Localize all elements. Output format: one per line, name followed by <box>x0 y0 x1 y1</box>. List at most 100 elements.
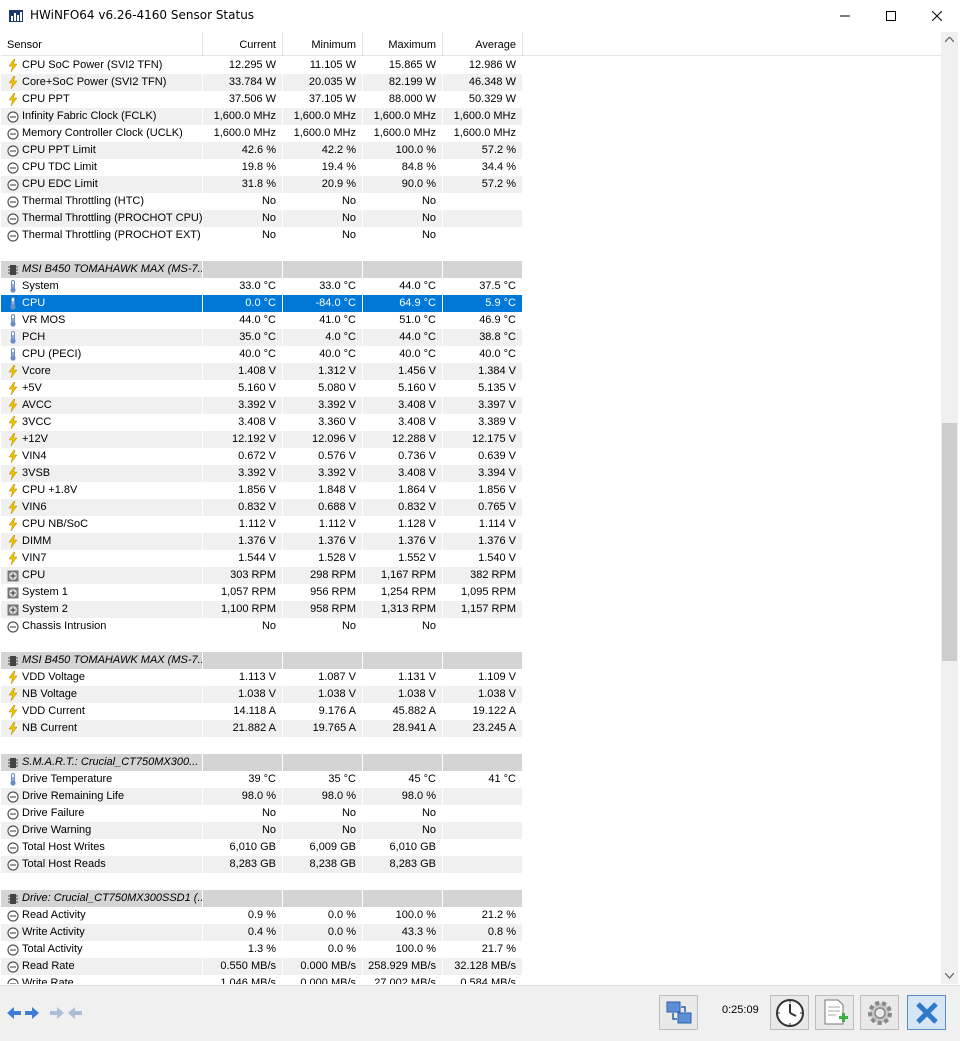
close-x-icon <box>915 1001 938 1024</box>
maximum-value: 98.0 % <box>363 788 443 805</box>
sensor-row[interactable]: NB Voltage 1.038 V 1.038 V 1.038 V 1.038 V <box>1 686 941 703</box>
minimum-value: 9.176 A <box>283 703 363 720</box>
sensor-row[interactable]: NB Current 21.882 A 19.765 A 28.941 A 23.245… <box>1 720 941 737</box>
thermometer-icon <box>7 331 19 344</box>
sensor-row[interactable]: CPU PPT 37.506 W 37.105 W 88.000 W 50.329 W <box>1 91 941 108</box>
sensor-row[interactable]: VR MOS 44.0 °C 41.0 °C 51.0 °C 46.9 °C <box>1 312 941 329</box>
settings-button[interactable] <box>860 995 899 1030</box>
sensor-row[interactable]: Total Host Reads 8,283 GB 8,238 GB 8,283 GB <box>1 856 941 873</box>
lightning-bolt-icon <box>7 416 19 429</box>
sensor-group-header[interactable]: Drive: Crucial_CT750MX300SSD1 (... <box>1 890 941 907</box>
add-report-icon <box>824 999 848 1024</box>
scroll-up-icon[interactable] <box>945 37 954 43</box>
average-value: 1.038 V <box>443 686 523 703</box>
sensor-row[interactable]: CPU EDC Limit 31.8 % 20.9 % 90.0 % 57.2 % <box>1 176 941 193</box>
sensor-row[interactable]: System 2 1,100 RPM 958 RPM 1,313 RPM 1,157 R… <box>1 601 941 618</box>
sensor-row[interactable]: Core+SoC Power (SVI2 TFN) 33.784 W 20.035 … <box>1 74 941 91</box>
lightning-bolt-icon <box>7 76 19 89</box>
sensor-row[interactable]: Total Activity 1.3 % 0.0 % 100.0 % 21.7 % <box>1 941 941 958</box>
sensor-row[interactable]: +5V 5.160 V 5.080 V 5.160 V 5.135 V <box>1 380 941 397</box>
sensor-row[interactable]: Read Rate 0.550 MB/s 0.000 MB/s 258.929 MB/… <box>1 958 941 975</box>
sensor-row[interactable]: VDD Voltage 1.113 V 1.087 V 1.131 V 1.109 V <box>1 669 941 686</box>
current-value: 40.0 °C <box>203 346 283 363</box>
sensor-row[interactable]: +12V 12.192 V 12.096 V 12.288 V 12.175 V <box>1 431 941 448</box>
sensor-row[interactable]: CPU +1.8V 1.856 V 1.848 V 1.864 V 1.856 V <box>1 482 941 499</box>
sensor-row[interactable]: VIN6 0.832 V 0.688 V 0.832 V 0.765 V <box>1 499 941 516</box>
sensor-row[interactable]: CPU PPT Limit 42.6 % 42.2 % 100.0 % 57.2 % <box>1 142 941 159</box>
sensor-row[interactable]: Drive Remaining Life 98.0 % 98.0 % 98.0 % <box>1 788 941 805</box>
maximize-button[interactable] <box>868 0 914 31</box>
status-circle-icon <box>7 212 19 225</box>
average-value: 1.109 V <box>443 669 523 686</box>
sensor-row[interactable]: Thermal Throttling (PROCHOT EXT) No No No <box>1 227 941 244</box>
minimum-value: 20.9 % <box>283 176 363 193</box>
sensor-row[interactable]: VIN4 0.672 V 0.576 V 0.736 V 0.639 V <box>1 448 941 465</box>
average-value: 3.394 V <box>443 465 523 482</box>
sensor-row[interactable]: AVCC 3.392 V 3.392 V 3.408 V 3.397 V <box>1 397 941 414</box>
average-value <box>443 856 523 873</box>
sensor-row[interactable]: CPU (PECI) 40.0 °C 40.0 °C 40.0 °C 40.0 °C <box>1 346 941 363</box>
sensor-row[interactable]: Infinity Fabric Clock (FCLK) 1,600.0 MHz 1… <box>1 108 941 125</box>
settings-icon <box>867 1000 892 1025</box>
sensor-row[interactable]: Thermal Throttling (HTC) No No No <box>1 193 941 210</box>
scrollbar-thumb[interactable] <box>942 422 957 662</box>
sensor-row[interactable]: Write Rate 1.046 MB/s 0.000 MB/s 27.002 MB/… <box>1 975 941 984</box>
group-label: MSI B450 TOMAHAWK MAX (MS-7... <box>22 263 203 275</box>
close-sensors-button[interactable] <box>907 995 946 1030</box>
network-button[interactable] <box>659 995 698 1030</box>
sensor-row[interactable]: Drive Temperature 39 °C 35 °C 45 °C 41 °C <box>1 771 941 788</box>
column-header-sensor[interactable]: Sensor <box>1 32 203 56</box>
sensor-row[interactable]: Vcore 1.408 V 1.312 V 1.456 V 1.384 V <box>1 363 941 380</box>
sensor-row[interactable]: CPU 0.0 °C -84.0 °C 64.9 °C 5.9 °C <box>1 295 941 312</box>
average-value: 5.135 V <box>443 380 523 397</box>
sensor-row[interactable]: CPU SoC Power (SVI2 TFN) 12.295 W 11.105 W… <box>1 57 941 74</box>
sensor-row[interactable]: VIN7 1.544 V 1.528 V 1.552 V 1.540 V <box>1 550 941 567</box>
column-header-minimum[interactable]: Minimum <box>283 32 363 56</box>
nav-arrows-disabled-button[interactable] <box>46 995 85 1030</box>
sensor-row[interactable]: CPU NB/SoC 1.112 V 1.112 V 1.128 V 1.114 V <box>1 516 941 533</box>
current-value: 33.784 W <box>203 74 283 91</box>
sensor-row[interactable]: Write Activity 0.4 % 0.0 % 43.3 % 0.8 % <box>1 924 941 941</box>
sensor-row[interactable]: Drive Failure No No No <box>1 805 941 822</box>
add-report-button[interactable] <box>815 995 854 1030</box>
sensor-row[interactable]: Memory Controller Clock (UCLK) 1,600.0 MH… <box>1 125 941 142</box>
sensor-row[interactable]: Read Activity 0.9 % 0.0 % 100.0 % 21.2 % <box>1 907 941 924</box>
status-circle-icon <box>7 195 19 208</box>
sensor-row[interactable]: Drive Warning No No No <box>1 822 941 839</box>
maximum-value: 1,600.0 MHz <box>363 125 443 142</box>
sensor-row[interactable]: System 33.0 °C 33.0 °C 44.0 °C 37.5 °C <box>1 278 941 295</box>
sensor-name: VIN6 <box>22 501 47 513</box>
sensor-grid[interactable]: Sensor Current Minimum Maximum Average C… <box>1 32 941 984</box>
close-window-button[interactable] <box>914 0 960 31</box>
sensor-row[interactable]: CPU 303 RPM 298 RPM 1,167 RPM 382 RPM <box>1 567 941 584</box>
lightning-bolt-icon <box>7 535 19 548</box>
sensor-group-header[interactable]: MSI B450 TOMAHAWK MAX (MS-7... <box>1 261 941 278</box>
maximum-value: 3.408 V <box>363 465 443 482</box>
sensor-row[interactable]: DIMM 1.376 V 1.376 V 1.376 V 1.376 V <box>1 533 941 550</box>
sensor-group-header[interactable]: S.M.A.R.T.: Crucial_CT750MX300... <box>1 754 941 771</box>
spacer-row <box>1 635 941 652</box>
column-header-average[interactable]: Average <box>443 32 523 56</box>
column-header-maximum[interactable]: Maximum <box>363 32 443 56</box>
sensor-group-header[interactable]: MSI B450 TOMAHAWK MAX (MS-7... <box>1 652 941 669</box>
sensor-row[interactable]: System 1 1,057 RPM 956 RPM 1,254 RPM 1,095 R… <box>1 584 941 601</box>
sensor-row[interactable]: Chassis Intrusion No No No <box>1 618 941 635</box>
sensor-row[interactable]: 3VCC 3.408 V 3.360 V 3.408 V 3.389 V <box>1 414 941 431</box>
sensor-row[interactable]: PCH 35.0 °C 4.0 °C 44.0 °C 38.8 °C <box>1 329 941 346</box>
minimum-value: 1.112 V <box>283 516 363 533</box>
sensor-row[interactable]: CPU TDC Limit 19.8 % 19.4 % 84.8 % 34.4 % <box>1 159 941 176</box>
sensor-row[interactable]: Total Host Writes 6,010 GB 6,009 GB 6,010 G… <box>1 839 941 856</box>
window-title: HWiNFO64 v6.26-4160 Sensor Status <box>30 8 255 22</box>
vertical-scrollbar[interactable] <box>941 32 958 984</box>
column-header-current[interactable]: Current <box>203 32 283 56</box>
clock-button[interactable] <box>770 995 809 1030</box>
maximum-value: 1.038 V <box>363 686 443 703</box>
sensor-row[interactable]: 3VSB 3.392 V 3.392 V 3.408 V 3.394 V <box>1 465 941 482</box>
minimize-button[interactable] <box>822 0 868 31</box>
minimum-value: 0.0 % <box>283 907 363 924</box>
sensor-row[interactable]: VDD Current 14.118 A 9.176 A 45.882 A 19.122… <box>1 703 941 720</box>
sensor-row[interactable]: Thermal Throttling (PROCHOT CPU) No No No <box>1 210 941 227</box>
scroll-down-icon[interactable] <box>945 973 954 979</box>
nav-arrows-button[interactable] <box>3 995 42 1030</box>
current-value: 42.6 % <box>203 142 283 159</box>
